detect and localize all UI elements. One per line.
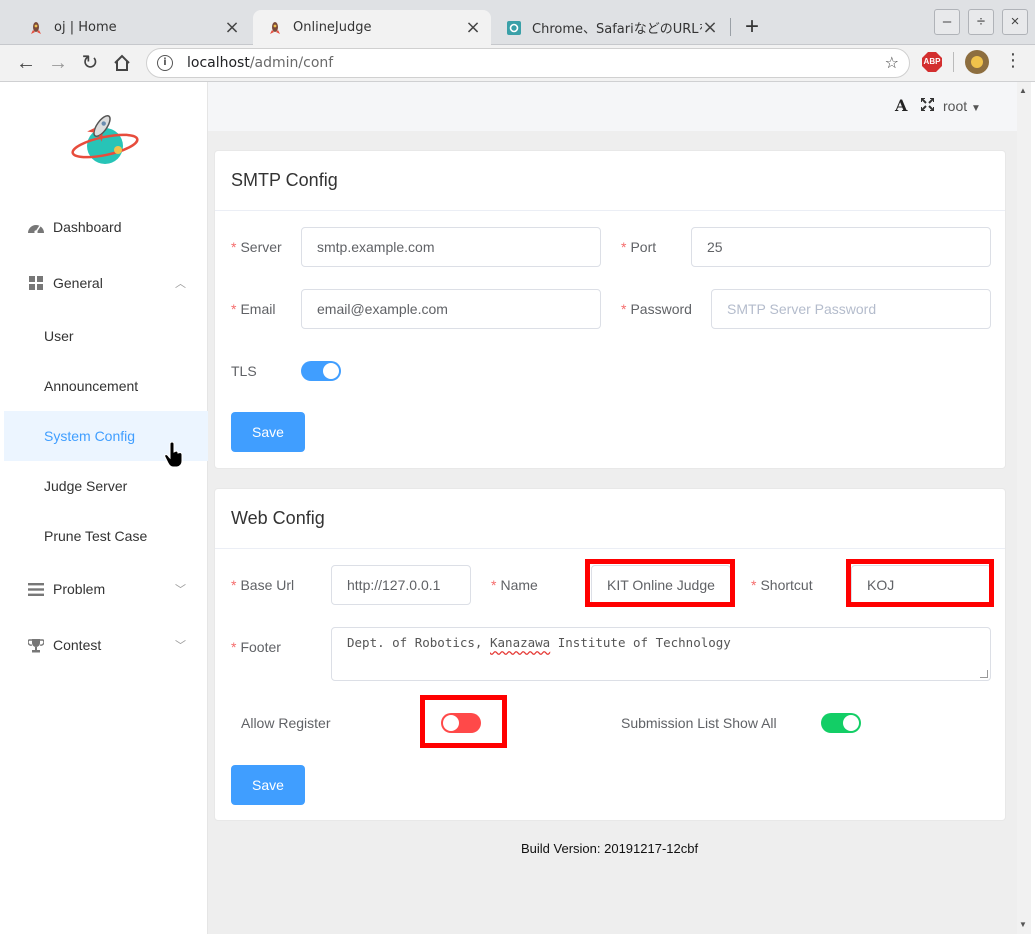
reload-icon[interactable]: ↻ [76, 49, 104, 77]
close-tab-icon[interactable]: × [702, 17, 718, 38]
bookmark-star-icon[interactable]: ☆ [885, 53, 899, 72]
page-scrollbar[interactable] [1017, 82, 1031, 934]
q-favicon-icon [506, 20, 522, 36]
extension-separator [953, 52, 954, 72]
admin-topbar: A root ▼ [208, 82, 1017, 131]
restore-window-button[interactable]: ÷ [968, 9, 994, 35]
browser-tab-strip: oj | Home × OnlineJudge × Chrome、Safariな… [0, 0, 1035, 45]
admin-sidebar: Dashboard General ︿ User Announcement Sy… [4, 82, 208, 934]
sidebar-subitem-prune-test-case[interactable]: Prune Test Case [4, 511, 208, 561]
browser-toolbar: ← → ↻ i localhost/admin/conf ☆ [0, 45, 1035, 82]
scroll-down-arrow-icon[interactable]: ▼ [1019, 920, 1027, 929]
forward-icon[interactable]: → [44, 49, 72, 77]
site-info-icon[interactable]: i [157, 55, 173, 71]
port-input[interactable]: 25 [691, 227, 991, 267]
sidebar-item-label: General [53, 275, 103, 291]
web-config-title: Web Config [215, 489, 1005, 549]
build-version: Build Version: 20191217-12cbf [521, 841, 699, 856]
new-tab-button[interactable]: + [740, 13, 764, 41]
base-url-label: * Base Url [231, 577, 295, 593]
hand-pointer-cursor-icon [164, 441, 184, 468]
footer-label: * Footer [231, 639, 281, 655]
submission-list-show-all-label: Submission List Show All [621, 715, 777, 731]
web-save-button[interactable]: Save [231, 765, 305, 805]
app-logo [70, 108, 140, 168]
smtp-config-card: SMTP Config * Server smtp.example.com * Po… [214, 150, 1006, 469]
scroll-up-arrow-icon[interactable]: ▲ [1019, 86, 1027, 95]
tab-title: Chrome、SafariなどのURLを入... [532, 22, 702, 37]
sidebar-item-contest[interactable]: Contest ﹀ [4, 617, 208, 673]
url-path: /admin/conf [249, 55, 334, 71]
caret-down-icon: ▼ [971, 103, 981, 114]
url-host: localhost [187, 55, 250, 71]
home-icon[interactable] [108, 49, 136, 77]
chevron-down-icon: ﹀ [175, 640, 186, 652]
highlight-box-name [585, 559, 735, 607]
password-label: * Password [621, 301, 692, 317]
sidebar-subitem-announcement[interactable]: Announcement [4, 361, 208, 411]
adblock-extension-icon[interactable]: ABP [922, 52, 942, 72]
chevron-up-icon: ︿ [175, 278, 186, 290]
list-icon [26, 582, 46, 596]
smtp-config-title: SMTP Config [215, 151, 1005, 211]
sidebar-item-dashboard[interactable]: Dashboard [4, 199, 208, 255]
password-input[interactable]: SMTP Server Password [711, 289, 991, 329]
profile-avatar[interactable] [965, 50, 989, 74]
browser-tab-chrome-safari[interactable]: Chrome、SafariなどのURLを入... × [492, 10, 728, 45]
tab-title: oj | Home [54, 20, 117, 35]
tls-switch[interactable] [301, 361, 341, 381]
highlight-box-allow-register [420, 695, 507, 748]
tab-separator [730, 18, 731, 36]
port-label: * Port [621, 239, 657, 255]
base-url-input[interactable]: http://127.0.0.1 [331, 565, 471, 605]
server-label: * Server [231, 239, 282, 255]
back-icon[interactable]: ← [12, 49, 40, 77]
highlight-box-shortcut [846, 559, 994, 607]
sidebar-subitem-user[interactable]: User [4, 311, 208, 361]
app-root: Dashboard General ︿ User Announcement Sy… [4, 82, 1017, 934]
allow-register-label: Allow Register [241, 715, 331, 731]
shortcut-label: * Shortcut [751, 577, 813, 593]
chevron-down-icon: ﹀ [175, 584, 186, 596]
browser-menu-icon[interactable]: ⋮ [1004, 50, 1022, 71]
address-bar[interactable]: i localhost/admin/conf ☆ [146, 48, 910, 78]
browser-tab-onlinejudge[interactable]: OnlineJudge × [253, 10, 491, 45]
tab-title: OnlineJudge [293, 20, 372, 35]
close-window-button[interactable]: × [1002, 9, 1028, 35]
resize-handle-icon[interactable] [980, 670, 988, 678]
grid-icon [26, 276, 46, 290]
browser-tab-oj-home[interactable]: oj | Home × [14, 10, 250, 45]
username: root [943, 98, 968, 114]
submission-list-show-all-switch[interactable] [821, 713, 861, 733]
sidebar-item-general[interactable]: General ︿ [4, 255, 208, 311]
user-menu[interactable]: root ▼ [943, 98, 981, 114]
close-tab-icon[interactable]: × [465, 17, 481, 38]
close-tab-icon[interactable]: × [224, 17, 240, 38]
email-label: * Email [231, 301, 276, 317]
smtp-save-button[interactable]: Save [231, 412, 305, 452]
minimize-window-button[interactable]: – [934, 9, 960, 35]
sidebar-item-label: Dashboard [53, 219, 122, 235]
name-label: * Name [491, 577, 538, 593]
rocket-favicon-icon [28, 20, 44, 36]
email-input[interactable]: email@example.com [301, 289, 601, 329]
sidebar-item-label: Contest [53, 637, 102, 653]
rocket-favicon-icon [267, 20, 283, 36]
web-config-card: Web Config * Base Url http://127.0.0.1 * N… [214, 488, 1006, 821]
server-input[interactable]: smtp.example.com [301, 227, 601, 267]
sidebar-subitem-judge-server[interactable]: Judge Server [4, 461, 208, 511]
font-size-icon[interactable]: A [895, 96, 907, 115]
sidebar-item-label: Problem [53, 581, 106, 597]
trophy-icon [26, 638, 46, 653]
dashboard-icon [26, 220, 46, 234]
tls-label: TLS [231, 363, 257, 379]
footer-textarea[interactable]: Dept. of Robotics, Kanazawa Institute of… [331, 627, 991, 681]
fullscreen-icon[interactable] [920, 97, 935, 114]
sidebar-item-problem[interactable]: Problem ﹀ [4, 561, 208, 617]
